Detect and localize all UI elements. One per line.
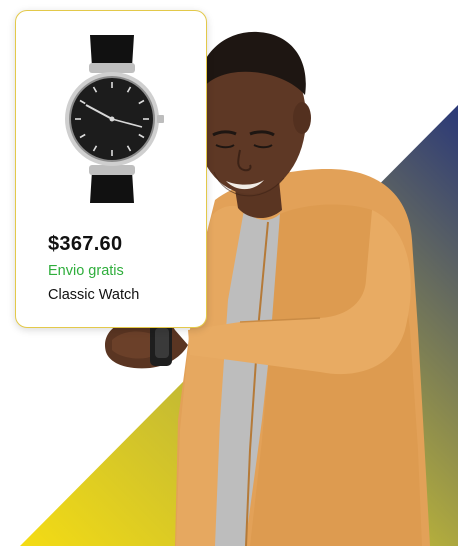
product-name: Classic Watch bbox=[48, 287, 140, 303]
watch-icon bbox=[65, 35, 164, 203]
hero-banner: $367.60 Envio gratis Classic Watch bbox=[0, 0, 458, 546]
product-price: $367.60 bbox=[48, 233, 123, 255]
free-shipping-label: Envio gratis bbox=[48, 263, 124, 279]
product-card[interactable]: $367.60 Envio gratis Classic Watch bbox=[15, 10, 207, 328]
